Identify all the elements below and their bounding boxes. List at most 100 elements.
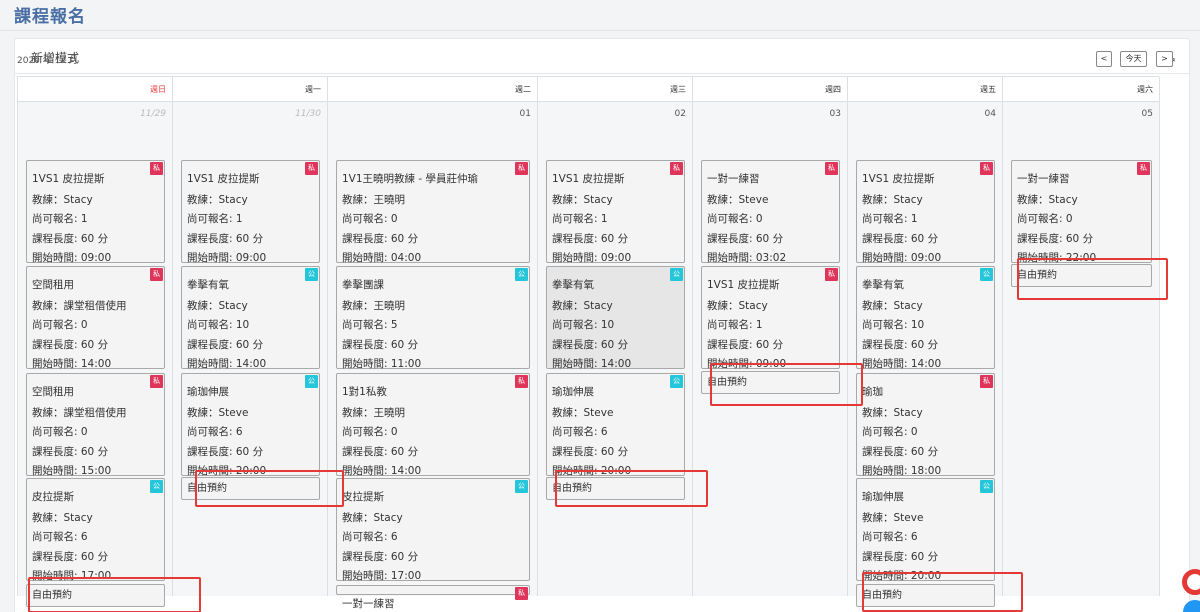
course-title: 空間租用: [32, 386, 74, 398]
course-title: 瑜珈: [862, 386, 883, 398]
course-card[interactable]: 私空間租用 教練：課堂租借使用 尚可報名: 0 課程長度: 60 分開始時間: 14:…: [26, 266, 165, 370]
course-coach: 教練：Stacy: [32, 512, 93, 524]
course-card[interactable]: 公拳擊有氧 教練：Stacy 尚可報名: 10 課程長度: 60 分開始時間: 14:…: [546, 266, 685, 370]
course-length: 課程長度: 60 分: [552, 339, 629, 351]
course-coach: 教練：Stacy: [187, 194, 248, 206]
course-card[interactable]: 私一對一練習 教練：Steve 尚可報名: 0 課程長度: 60 分開始時間: 03:…: [701, 160, 840, 264]
day-date: 05: [1141, 109, 1153, 119]
course-title: 皮拉提斯: [342, 491, 384, 503]
course-start: 開始時間: 09:00: [552, 252, 632, 264]
course-card[interactable]: 私 1對1私教 教練：王曉明 尚可報名: 0 課程長度: 60 分開始時間: 14:00: [336, 373, 530, 477]
course-length: 課程長度: 60 分: [862, 339, 939, 351]
course-card[interactable]: 私空間租用 教練：課堂租借使用 尚可報名: 0 課程長度: 60 分開始時間: 15:…: [26, 373, 165, 477]
today-button[interactable]: 今天: [1120, 51, 1147, 67]
course-start: 開始時間: 15:00: [32, 465, 112, 477]
course-card[interactable]: 私 1VS1 皮拉提斯 教練：Stacy 尚可報名: 1 課程長度: 60 分開始時間:…: [856, 160, 995, 264]
next-week-button[interactable]: >: [1156, 51, 1173, 67]
course-title: 瑜珈伸展: [552, 386, 594, 398]
private-badge: 私: [150, 375, 163, 388]
course-title: 拳擊有氧: [862, 279, 904, 291]
private-badge: 私: [305, 162, 318, 175]
day-column: 週日 11/29 私 1VS1 皮拉提斯 教練：Stacy 尚可報名: 1 課程長度: 60…: [18, 77, 173, 607]
course-title: 1對1私教: [342, 386, 387, 398]
course-length: 課程長度: 60 分: [187, 233, 264, 245]
course-title: 皮拉提斯: [32, 491, 74, 503]
private-badge: 私: [980, 375, 993, 388]
course-card[interactable]: 私 1V1王曉明教練 - 學員莊仲瑜 教練：王曉明 尚可報名: 0 課程長度: 60 分…: [336, 160, 530, 264]
course-slots: 尚可報名: 0: [1017, 213, 1073, 225]
course-length: 課程長度: 60 分: [862, 551, 939, 563]
public-badge: 公: [980, 268, 993, 281]
course-title: 一對一練習: [342, 598, 395, 610]
highlight-box: [1017, 258, 1168, 300]
private-badge: 私: [825, 162, 838, 175]
course-card[interactable]: 私一對一練習 教練：Stacy 尚可報名: 0 課程長度: 60 分開始時間: 22:…: [1011, 160, 1152, 264]
course-title: 1VS1 皮拉提斯: [552, 173, 625, 185]
course-title: 一對一練習: [1017, 173, 1070, 185]
private-badge: 私: [670, 162, 683, 175]
course-start: 開始時間: 09:00: [862, 252, 942, 264]
course-card[interactable]: 公拳擊有氧 教練：Stacy 尚可報名: 10 課程長度: 60 分開始時間: 14:…: [856, 266, 995, 370]
course-card[interactable]: 私 1VS1 皮拉提斯 教練：Stacy 尚可報名: 1 課程長度: 60 分開始時間:…: [181, 160, 320, 264]
course-card[interactable]: 公皮拉提斯 教練：Stacy 尚可報名: 6 課程長度: 60 分開始時間: 17:0…: [26, 478, 165, 582]
course-card[interactable]: 公瑜珈伸展 教練：Steve 尚可報名: 6 課程長度: 60 分開始時間: 20:0…: [856, 478, 995, 582]
course-card[interactable]: 私 1VS1 皮拉提斯 教練：Stacy 尚可報名: 1 課程長度: 60 分開始時間:…: [546, 160, 685, 264]
course-length: 課程長度: 60 分: [707, 339, 784, 351]
course-card[interactable]: 公拳擊有氧 教練：Stacy 尚可報名: 10 課程長度: 60 分開始時間: 14:…: [181, 266, 320, 370]
panel-header: 新增模式 ︽: [15, 39, 1189, 74]
course-length: 課程長度: 60 分: [187, 446, 264, 458]
course-length: 課程長度: 60 分: [862, 233, 939, 245]
course-slots: 尚可報名: 1: [552, 213, 608, 225]
public-badge: 公: [515, 480, 528, 493]
course-start: 開始時間: 03:02: [707, 252, 787, 264]
course-card[interactable]: 公拳擊團課 教練：王曉明 尚可報名: 5 課程長度: 60 分開始時間: 11:00: [336, 266, 530, 370]
course-coach: 教練：Stacy: [342, 512, 403, 524]
course-slots: 尚可報名: 6: [32, 531, 88, 543]
course-card[interactable]: 私 1VS1 皮拉提斯 教練：Stacy 尚可報名: 1 課程長度: 60 分開始時間:…: [701, 266, 840, 370]
course-card[interactable]: 私 1VS1 皮拉提斯 教練：Stacy 尚可報名: 1 課程長度: 60 分開始時間:…: [26, 160, 165, 264]
day-header: 週六: [1003, 77, 1159, 102]
course-card[interactable]: 公皮拉提斯 教練：Stacy 尚可報名: 6 課程長度: 60 分開始時間: 17:0…: [336, 478, 530, 582]
course-title: 1VS1 皮拉提斯: [707, 279, 780, 291]
course-slots: 尚可報名: 1: [707, 319, 763, 331]
course-coach: 教練：課堂租借使用: [32, 300, 127, 312]
course-title: 1VS1 皮拉提斯: [862, 173, 935, 185]
day-date: 11/30: [295, 109, 321, 119]
course-slots: 尚可報名: 10: [187, 319, 250, 331]
course-title: 一對一練習: [707, 173, 760, 185]
course-coach: 教練：王曉明: [342, 407, 405, 419]
course-start: 開始時間: 14:00: [342, 465, 422, 477]
page-title: 課程報名: [14, 7, 86, 27]
public-badge: 公: [515, 268, 528, 281]
course-title: 1VS1 皮拉提斯: [187, 173, 260, 185]
course-card[interactable]: 公瑜珈伸展 教練：Steve 尚可報名: 6 課程長度: 60 分開始時間: 20:0…: [546, 373, 685, 477]
day-header: 週三: [538, 77, 692, 102]
course-length: 課程長度: 60 分: [187, 339, 264, 351]
highlight-box: [28, 577, 201, 612]
course-title: 1VS1 皮拉提斯: [32, 173, 105, 185]
course-coach: 教練：Steve: [862, 512, 924, 524]
course-start: 開始時間: 14:00: [32, 358, 112, 370]
course-title: 拳擊有氧: [552, 279, 594, 291]
course-length: 課程長度: 60 分: [552, 446, 629, 458]
course-length: 課程長度: 60 分: [552, 233, 629, 245]
course-slots: 尚可報名: 1: [32, 213, 88, 225]
day-date: 04: [984, 109, 996, 119]
course-length: 課程長度: 60 分: [342, 446, 419, 458]
course-card[interactable]: 公瑜珈伸展 教練：Steve 尚可報名: 6 課程長度: 60 分開始時間: 20:0…: [181, 373, 320, 477]
course-coach: 教練：王曉明: [342, 194, 405, 206]
course-title: 空間租用: [32, 279, 74, 291]
prev-week-button[interactable]: <: [1096, 51, 1112, 67]
course-slots: 尚可報名: 5: [342, 319, 398, 331]
course-coach: 教練：Stacy: [32, 194, 93, 206]
course-start: 開始時間: 11:00: [342, 358, 422, 370]
day-header: 週五: [848, 77, 1002, 102]
highlight-box: [555, 470, 708, 507]
day-date: 01: [519, 109, 531, 119]
course-card[interactable]: 私瑜珈 教練：Stacy 尚可報名: 0 課程長度: 60 分開始時間: 18:00: [856, 373, 995, 477]
course-card[interactable]: 私一對一練習教練：王曉明: [336, 585, 530, 610]
course-coach: 教練：Stacy: [862, 194, 923, 206]
day-header: 週二: [328, 77, 537, 102]
course-coach: 教練：Stacy: [862, 407, 923, 419]
course-coach: 教練：王曉明: [342, 300, 405, 312]
